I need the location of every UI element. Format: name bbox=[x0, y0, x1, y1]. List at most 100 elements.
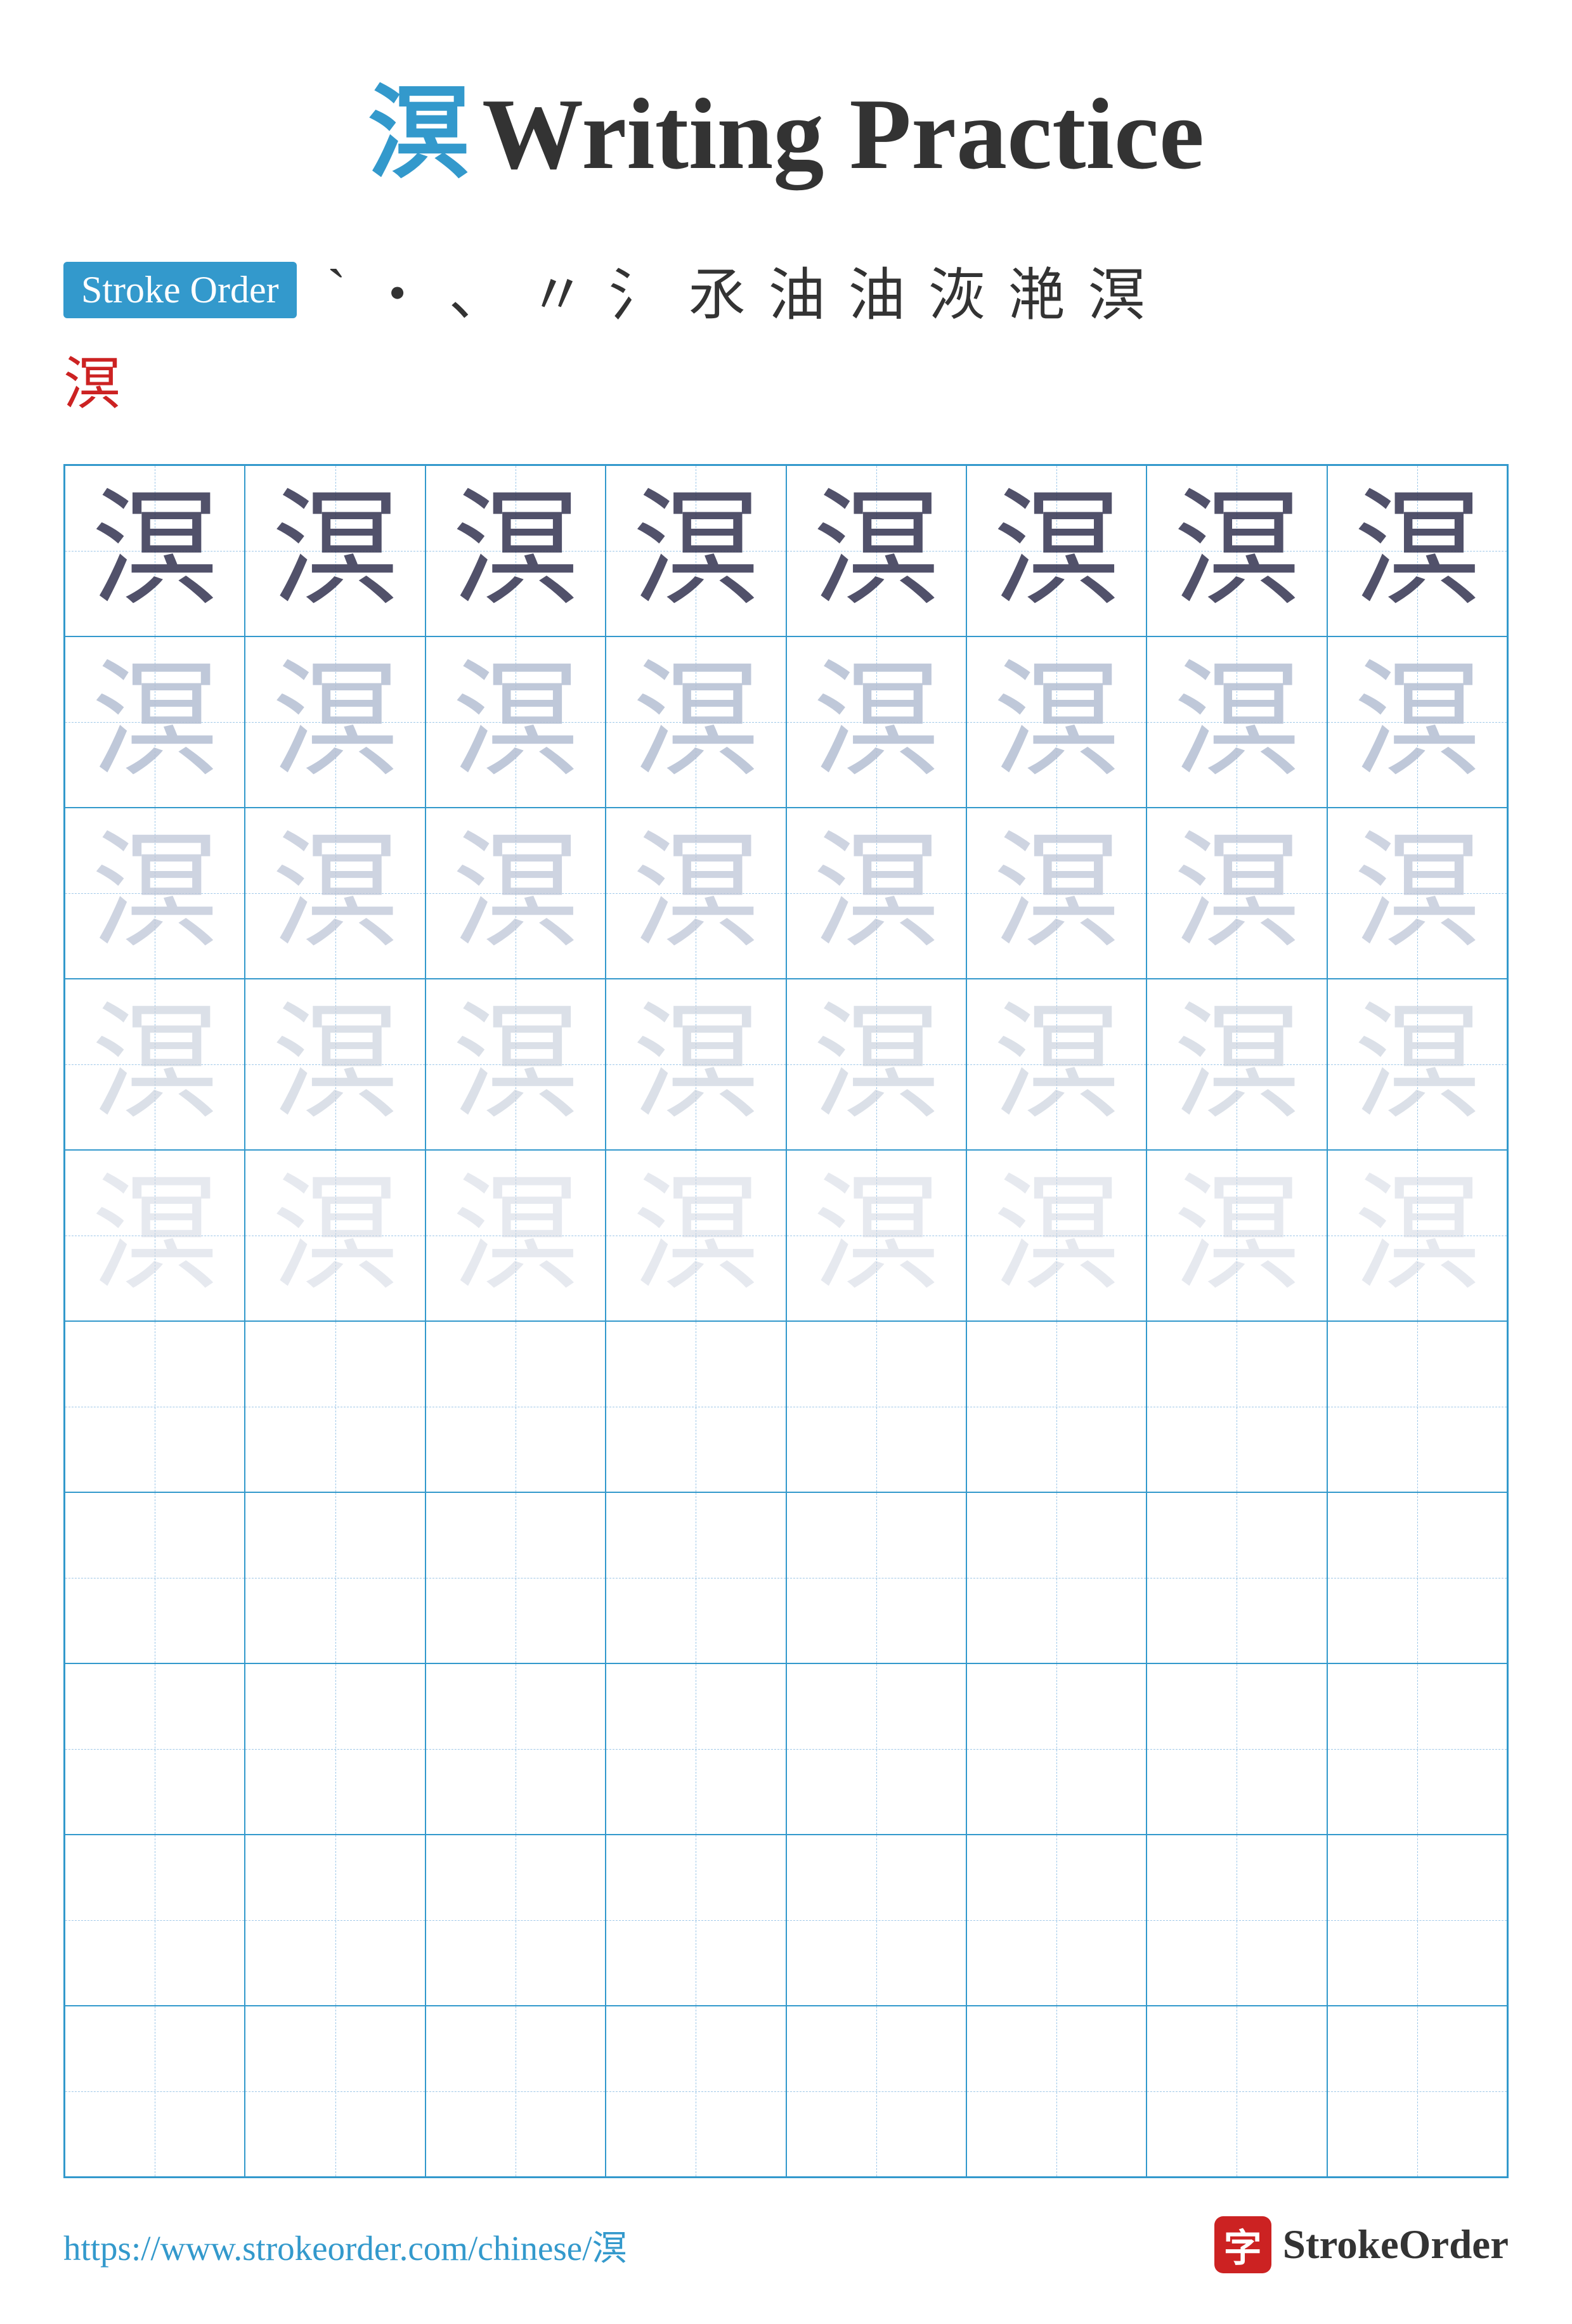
cell-r6c2[interactable] bbox=[245, 1321, 425, 1492]
char-r3c3: 溟 bbox=[452, 830, 579, 957]
footer-logo-text: StrokeOrder bbox=[1283, 2221, 1509, 2269]
cell-r4c6: 溟 bbox=[966, 979, 1147, 1150]
cell-r6c1[interactable] bbox=[65, 1321, 245, 1492]
cell-r6c7[interactable] bbox=[1147, 1321, 1327, 1492]
char-r1c8: 溟 bbox=[1354, 487, 1481, 614]
cell-r5c4: 溟 bbox=[606, 1150, 786, 1321]
cell-r7c8[interactable] bbox=[1327, 1492, 1507, 1663]
char-r2c7: 溟 bbox=[1173, 659, 1300, 785]
char-r5c8: 溟 bbox=[1354, 1172, 1481, 1299]
cell-r7c7[interactable] bbox=[1147, 1492, 1327, 1663]
cell-r5c8: 溟 bbox=[1327, 1150, 1507, 1321]
char-r4c3: 溟 bbox=[452, 1001, 579, 1128]
cell-r9c7[interactable] bbox=[1147, 1835, 1327, 2006]
char-r3c2: 溟 bbox=[272, 830, 399, 957]
cell-r8c8[interactable] bbox=[1327, 1663, 1507, 1835]
cell-r7c5[interactable] bbox=[786, 1492, 966, 1663]
cell-r9c1[interactable] bbox=[65, 1835, 245, 2006]
cell-r9c4[interactable] bbox=[606, 1835, 786, 2006]
char-r3c4: 溟 bbox=[632, 830, 759, 957]
char-r4c8: 溟 bbox=[1354, 1001, 1481, 1128]
stroke-order-section: Stroke Order ` ・ 、 〃 氵 氶 油 油 洃 滟 溟 溟 bbox=[63, 249, 1509, 420]
cell-r2c4: 溟 bbox=[606, 636, 786, 808]
cell-r10c4[interactable] bbox=[606, 2006, 786, 2177]
cell-r8c6[interactable] bbox=[966, 1663, 1147, 1835]
cell-r10c6[interactable] bbox=[966, 2006, 1147, 2177]
cell-r10c5[interactable] bbox=[786, 2006, 966, 2177]
stroke-11: 溟 bbox=[1088, 249, 1145, 331]
cell-r8c1[interactable] bbox=[65, 1663, 245, 1835]
page: 溟 Writing Practice Stroke Order ` ・ 、 〃 氵… bbox=[0, 0, 1572, 2324]
char-r3c8: 溟 bbox=[1354, 830, 1481, 957]
stroke-1: ` bbox=[327, 257, 346, 323]
cell-r8c4[interactable] bbox=[606, 1663, 786, 1835]
footer-url[interactable]: https://www.strokeorder.com/chinese/溟 bbox=[63, 2219, 627, 2270]
cell-r9c5[interactable] bbox=[786, 1835, 966, 2006]
cell-r9c8[interactable] bbox=[1327, 1835, 1507, 2006]
char-r1c4: 溟 bbox=[632, 487, 759, 614]
cell-r6c8[interactable] bbox=[1327, 1321, 1507, 1492]
char-r1c7: 溟 bbox=[1173, 487, 1300, 614]
cell-r1c7: 溟 bbox=[1147, 465, 1327, 636]
cell-r3c6: 溟 bbox=[966, 808, 1147, 979]
char-r1c3: 溟 bbox=[452, 487, 579, 614]
cell-r7c3[interactable] bbox=[425, 1492, 606, 1663]
cell-r8c3[interactable] bbox=[425, 1663, 606, 1835]
stroke-10: 滟 bbox=[1008, 249, 1065, 331]
char-r4c1: 溟 bbox=[91, 1001, 218, 1128]
char-r3c5: 溟 bbox=[813, 830, 940, 957]
char-r4c4: 溟 bbox=[632, 1001, 759, 1128]
char-r5c2: 溟 bbox=[272, 1172, 399, 1299]
char-r2c8: 溟 bbox=[1354, 659, 1481, 785]
cell-r10c8[interactable] bbox=[1327, 2006, 1507, 2177]
char-r4c2: 溟 bbox=[272, 1001, 399, 1128]
cell-r6c4[interactable] bbox=[606, 1321, 786, 1492]
cell-r1c4: 溟 bbox=[606, 465, 786, 636]
cell-r4c1: 溟 bbox=[65, 979, 245, 1150]
cell-r2c8: 溟 bbox=[1327, 636, 1507, 808]
footer: https://www.strokeorder.com/chinese/溟 字 … bbox=[63, 2178, 1509, 2273]
cell-r6c5[interactable] bbox=[786, 1321, 966, 1492]
cell-r4c3: 溟 bbox=[425, 979, 606, 1150]
cell-r8c5[interactable] bbox=[786, 1663, 966, 1835]
char-r1c1: 溟 bbox=[91, 487, 218, 614]
cell-r3c4: 溟 bbox=[606, 808, 786, 979]
cell-r7c2[interactable] bbox=[245, 1492, 425, 1663]
cell-r10c3[interactable] bbox=[425, 2006, 606, 2177]
cell-r2c5: 溟 bbox=[786, 636, 966, 808]
cell-r7c4[interactable] bbox=[606, 1492, 786, 1663]
cell-r3c5: 溟 bbox=[786, 808, 966, 979]
cell-r5c5: 溟 bbox=[786, 1150, 966, 1321]
char-r2c4: 溟 bbox=[632, 659, 759, 785]
char-r3c1: 溟 bbox=[91, 830, 218, 957]
cell-r5c3: 溟 bbox=[425, 1150, 606, 1321]
title-text: Writing Practice bbox=[482, 77, 1204, 190]
cell-r10c2[interactable] bbox=[245, 2006, 425, 2177]
stroke-7: 油 bbox=[769, 249, 826, 331]
footer-logo: 字 StrokeOrder bbox=[1214, 2216, 1509, 2273]
cell-r1c5: 溟 bbox=[786, 465, 966, 636]
cell-r2c6: 溟 bbox=[966, 636, 1147, 808]
cell-r1c1: 溟 bbox=[65, 465, 245, 636]
cell-r7c1[interactable] bbox=[65, 1492, 245, 1663]
cell-r8c7[interactable] bbox=[1147, 1663, 1327, 1835]
cell-r5c6: 溟 bbox=[966, 1150, 1147, 1321]
cell-r10c1[interactable] bbox=[65, 2006, 245, 2177]
cell-r9c2[interactable] bbox=[245, 1835, 425, 2006]
cell-r6c3[interactable] bbox=[425, 1321, 606, 1492]
cell-r2c1: 溟 bbox=[65, 636, 245, 808]
cell-r7c6[interactable] bbox=[966, 1492, 1147, 1663]
char-r5c3: 溟 bbox=[452, 1172, 579, 1299]
char-r4c7: 溟 bbox=[1173, 1001, 1300, 1128]
cell-r10c7[interactable] bbox=[1147, 2006, 1327, 2177]
cell-r8c2[interactable] bbox=[245, 1663, 425, 1835]
cell-r1c8: 溟 bbox=[1327, 465, 1507, 636]
cell-r1c2: 溟 bbox=[245, 465, 425, 636]
cell-r9c3[interactable] bbox=[425, 1835, 606, 2006]
cell-r1c6: 溟 bbox=[966, 465, 1147, 636]
char-r2c2: 溟 bbox=[272, 659, 399, 785]
cell-r9c6[interactable] bbox=[966, 1835, 1147, 2006]
cell-r6c6[interactable] bbox=[966, 1321, 1147, 1492]
cell-r3c3: 溟 bbox=[425, 808, 606, 979]
stroke-5: 氵 bbox=[609, 249, 666, 331]
